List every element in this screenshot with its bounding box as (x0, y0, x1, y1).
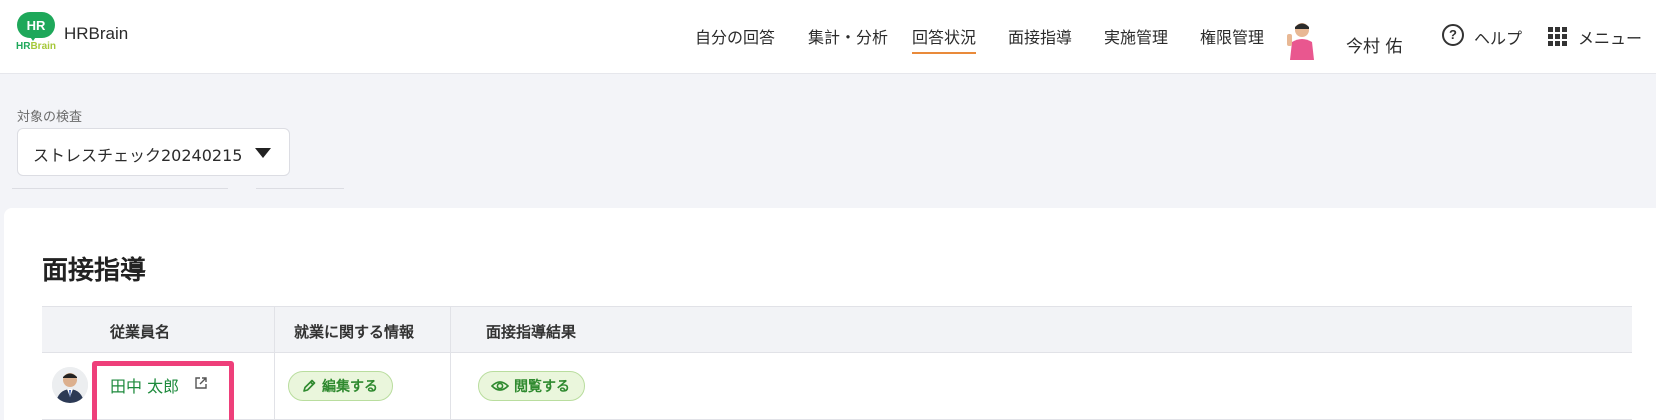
interview-table: 従業員名 就業に関する情報 面接指導結果 田中 太郎 編集する 閲覧する (42, 306, 1632, 420)
logo-wordmark-brain: Brain (30, 41, 57, 52)
nav-implementation-management[interactable]: 実施管理 (1104, 24, 1168, 48)
nav-interview-guidance[interactable]: 面接指導 (1008, 24, 1072, 48)
page-title: 面接指導 (42, 256, 147, 286)
table-row: 田中 太郎 編集する 閲覧する (42, 353, 1632, 420)
header-employee-name: 従業員名 (110, 323, 171, 341)
logo-wordmark: HRBrain (16, 41, 56, 52)
pencil-icon (303, 379, 316, 392)
help-circle-icon[interactable]: ? (1442, 24, 1464, 46)
edit-button[interactable]: 編集する (288, 371, 393, 401)
tab-divider-right (256, 188, 344, 189)
target-survey-label: 対象の検査 (17, 110, 83, 125)
tab-divider-left (12, 188, 228, 189)
brand-name: HRBrain (64, 24, 129, 43)
menu-button[interactable]: メニュー (1578, 25, 1642, 49)
header-interview-result: 面接指導結果 (486, 323, 577, 341)
help-link[interactable]: ヘルプ (1474, 25, 1522, 49)
view-button-label: 閲覧する (514, 379, 570, 395)
nav-analytics[interactable]: 集計・分析 (808, 24, 888, 48)
user-name[interactable]: 今村 佑 (1346, 32, 1402, 57)
survey-select[interactable]: ストレスチェック20240215 (17, 128, 290, 176)
employee-avatar (52, 367, 88, 403)
hrbrain-logo[interactable]: HR HRBrain (16, 12, 56, 54)
external-link-icon[interactable] (194, 376, 208, 390)
nav-my-answers[interactable]: 自分の回答 (695, 24, 775, 48)
eye-icon (491, 381, 509, 391)
survey-select-value: ストレスチェック20240215 (33, 146, 243, 165)
nav-permission-management[interactable]: 権限管理 (1200, 24, 1264, 48)
caret-down-icon (255, 148, 271, 158)
top-header: HR HRBrain HRBrain 自分の回答 集計・分析 回答状況 面接指導… (0, 0, 1656, 74)
edit-button-label: 編集する (322, 379, 378, 395)
header-work-info: 就業に関する情報 (294, 323, 415, 341)
logo-wordmark-hr: HR (16, 41, 31, 52)
employee-name-link[interactable]: 田中 太郎 (110, 373, 179, 397)
nav-response-status[interactable]: 回答状況 (912, 24, 977, 54)
logo-tail (28, 34, 38, 41)
user-avatar[interactable] (1284, 20, 1320, 60)
table-header: 従業員名 就業に関する情報 面接指導結果 (42, 306, 1632, 353)
view-button[interactable]: 閲覧する (478, 371, 585, 401)
grid-menu-icon[interactable] (1548, 27, 1568, 47)
